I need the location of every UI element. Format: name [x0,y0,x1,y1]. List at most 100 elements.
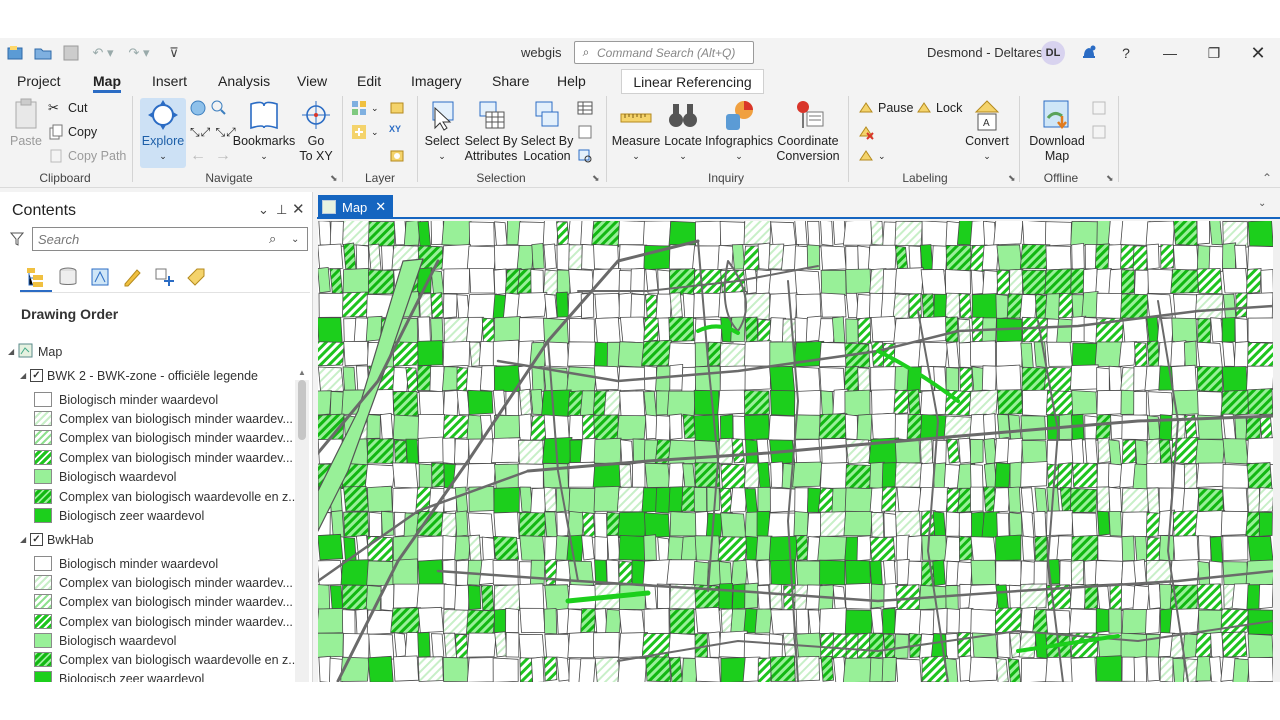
list-by-source-icon[interactable] [52,262,84,292]
map-parcel [844,389,871,417]
restore-icon[interactable]: ❐ [1202,42,1226,64]
layer-row-bwk2[interactable]: ◢ ✓ BWK 2 - BWK-zone - officiële legende [20,366,258,385]
select-by-attributes-button[interactable]: Select By Attributes [463,98,519,164]
dialog-launcher-icon[interactable]: ⬊ [330,173,338,184]
basemap-button[interactable] [389,146,409,166]
map-parcel [1109,583,1123,611]
expand-caret-icon[interactable]: ◢ [20,535,30,544]
coordinate-conversion-button[interactable]: Coordinate Conversion [776,98,840,164]
tab-project[interactable]: Project [17,73,61,89]
open-project-icon[interactable] [32,42,54,64]
clear-selection-button[interactable] [577,122,597,142]
download-map-button[interactable]: Download Map [1027,98,1087,164]
map-node[interactable]: ◢ Map [8,342,62,361]
tab-share[interactable]: Share [492,73,529,89]
tab-edit[interactable]: Edit [357,73,381,89]
copy-path-button[interactable]: Copy Path [48,146,126,166]
map-parcel [655,415,671,442]
collapse-ribbon-icon[interactable]: ⌃ [1262,171,1272,185]
list-by-snapping-icon[interactable] [148,262,180,292]
scrollbar-thumb[interactable] [298,380,306,440]
tab-map-view[interactable]: Map ✕ [318,195,393,219]
map-scrollbar[interactable] [1273,221,1280,682]
dialog-launcher-icon[interactable]: ⬊ [1106,173,1114,184]
chevron-down-icon[interactable]: ⌄ [1258,198,1266,209]
dialog-launcher-icon[interactable]: ⬊ [592,173,600,184]
map-parcel [1221,631,1248,658]
sync-button[interactable] [1091,98,1111,118]
redo-icon[interactable]: ↷ ▾ [124,42,154,64]
map-parcel [907,560,924,586]
user-name[interactable]: Desmond - Deltares [927,45,1043,60]
bookmarks-button[interactable]: Bookmarks ⌄ [233,98,295,164]
new-project-icon[interactable] [4,42,28,64]
layer-visibility-checkbox[interactable]: ✓ [30,369,43,382]
previous-next-extent-button[interactable]: ← → [190,146,231,166]
measure-button[interactable]: Measure ⌄ [612,98,660,164]
close-tab-icon[interactable]: ✕ [375,199,386,215]
lock-labeling-button[interactable]: Lock [916,98,962,118]
zoom-to-selection-button[interactable] [577,146,597,166]
expand-caret-icon[interactable]: ◢ [20,371,30,380]
minimize-icon[interactable]: — [1158,42,1182,64]
attributes-button[interactable] [577,98,597,118]
tab-linear-referencing[interactable]: Linear Referencing [621,69,764,94]
add-preset-button[interactable] [389,98,409,118]
pause-labeling-button[interactable]: Pause [858,98,913,118]
tab-analysis[interactable]: Analysis [218,73,270,89]
avatar[interactable]: DL [1041,41,1065,65]
list-by-labeling-icon[interactable] [180,262,212,292]
locate-button[interactable]: Locate ⌄ [663,98,703,164]
map-parcel [1247,536,1273,562]
contents-search-input[interactable]: Search ⌕ ⌄ [32,227,308,251]
tab-imagery[interactable]: Imagery [411,73,462,89]
contents-view-toolbar [20,262,212,292]
tab-view[interactable]: View [297,73,327,89]
add-graphics-layer-button[interactable]: ⌄ [351,122,379,142]
map-parcel [581,535,595,561]
more-labeling-button[interactable]: ⌄ [858,146,886,166]
copy-button[interactable]: Copy [48,122,97,142]
select-by-location-button[interactable]: Select By Location [520,98,574,164]
select-button[interactable]: Select ⌄ [424,98,460,164]
go-to-xy-button[interactable]: Go To XY [299,98,333,164]
map-canvas[interactable] [318,221,1273,682]
explore-button[interactable]: Explore ⌄ [140,98,186,168]
layer-visibility-checkbox[interactable]: ✓ [30,533,43,546]
pane-options-icon[interactable]: ⌄ [258,202,269,218]
tab-insert[interactable]: Insert [152,73,187,89]
close-icon[interactable]: ✕ [1246,42,1270,64]
pin-icon[interactable]: ⊥ [276,202,287,218]
layer-row-bwkhab[interactable]: ◢ ✓ BwkHab [20,530,94,549]
cut-button[interactable]: ✂ Cut [48,98,87,118]
convert-button[interactable]: A Convert ⌄ [964,98,1010,164]
list-by-selection-icon[interactable] [84,262,116,292]
infographics-button[interactable]: Infographics ⌄ [705,98,773,164]
close-pane-icon[interactable]: ✕ [292,200,305,218]
xy-table-button[interactable]: XY [389,122,409,142]
paste-button[interactable]: Paste [8,98,44,149]
fixed-zoom-button[interactable]: ⤡⤢ ⤡⤢ [190,122,237,142]
customize-toolbar-icon[interactable]: ⊽ [164,42,184,64]
undo-icon[interactable]: ↶ ▾ [88,42,118,64]
full-extent-button[interactable] [190,98,226,118]
map-parcel [1094,560,1124,586]
notifications-icon[interactable] [1077,42,1101,64]
tab-map[interactable]: Map [93,73,121,93]
contents-scrollbar[interactable]: ▲ [295,368,309,682]
save-project-icon[interactable] [60,42,82,64]
filter-icon[interactable] [9,232,25,249]
command-search-input[interactable]: ⌕ Command Search (Alt+Q) [574,41,754,64]
add-data-button[interactable]: ⌄ [351,98,379,118]
help-icon[interactable]: ? [1114,42,1138,64]
scroll-up-icon[interactable]: ▲ [298,368,306,377]
unplaced-labels-button[interactable] [858,122,878,142]
list-by-drawing-order-icon[interactable] [20,262,52,292]
remove-offline-button[interactable] [1091,122,1111,142]
dialog-launcher-icon[interactable]: ⬊ [1008,173,1016,184]
map-parcel [932,511,947,537]
map-parcel [1071,512,1098,539]
expand-caret-icon[interactable]: ◢ [8,347,18,356]
tab-help[interactable]: Help [557,73,586,89]
list-by-editing-icon[interactable] [116,262,148,292]
